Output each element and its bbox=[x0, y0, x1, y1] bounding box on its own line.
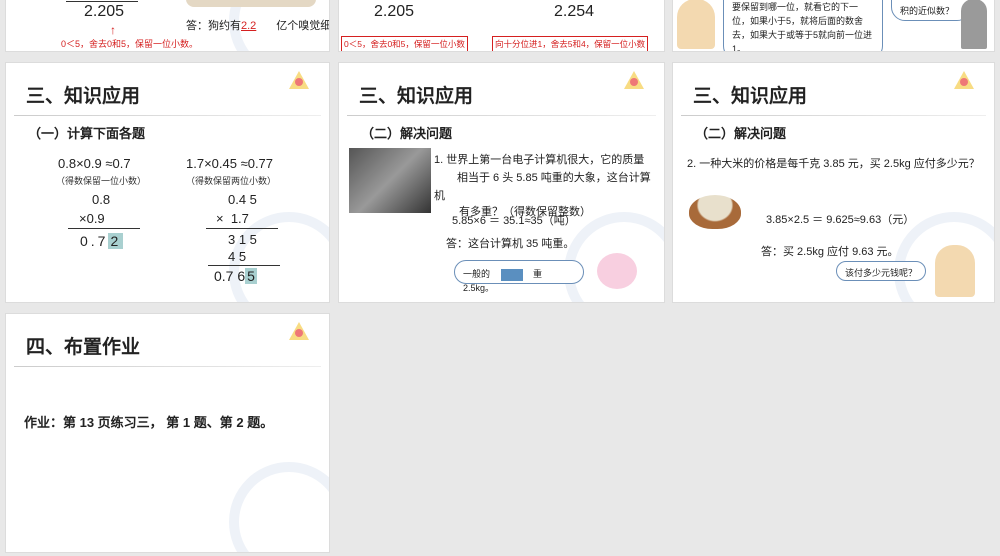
slide-thumbnail-1[interactable]: 2.205 ↑ 答：狗约有2.2 亿个嗅觉细 0＜5，舍去0和5，保留一位小数。 bbox=[5, 0, 330, 52]
calc-right: 2.254 bbox=[554, 3, 595, 20]
calc-left: 2.205 bbox=[374, 3, 415, 20]
slide-thumbnail-6[interactable]: 三、知识应用 （二）解决问题 2. 一种大米的价格是每千克 3.85 元，买 2… bbox=[672, 62, 995, 303]
arrow-up-icon: ↑ bbox=[110, 23, 116, 37]
slide-subtitle: （二）解决问题 bbox=[695, 126, 787, 141]
answer-text: 答：狗约有2.2 亿个嗅觉细 bbox=[186, 20, 330, 32]
laptop-icon bbox=[500, 268, 523, 281]
problem-2-result: 0.7 65 bbox=[214, 268, 257, 284]
speech-bubble: 该付多少元钱呢？ bbox=[836, 261, 926, 281]
calculation: 3.85×2.5 ＝ 9.625≈9.63（元） bbox=[766, 214, 915, 226]
logo-icon bbox=[287, 320, 311, 342]
slide-thumbnail-3[interactable]: 要保留到哪一位，就看它的下一位，如果小于5，就将后面的数舍去，如果大于或等于5就… bbox=[672, 0, 995, 52]
laptop-speech-bubble: 一般的 重 2.5kg。 bbox=[454, 260, 584, 293]
slide-title: 三、知识应用 bbox=[359, 86, 474, 107]
calculation: 5.85×6 ＝ 35.1≈35（吨） bbox=[452, 215, 576, 227]
slide-thumbnail-2[interactable]: 2.205 2.254 0＜5，舍去0和5，保留一位小数 向十分位进1，舍去5和… bbox=[338, 0, 665, 52]
problem-2-partial-2: 4 5 bbox=[228, 249, 247, 264]
problem-1-operand-b: ×0.9 bbox=[79, 211, 105, 226]
speech-bubble-right: 积的近似数？ bbox=[891, 0, 971, 21]
question-line-2: 相当于 6 头 5.85 吨重的大象，这台计算 bbox=[457, 172, 651, 184]
answer-text: 答：这台计算机 35 吨重。 bbox=[446, 238, 575, 250]
problem-2-hint: （得数保留两位小数） bbox=[186, 176, 277, 186]
slide-title: 四、布置作业 bbox=[26, 337, 141, 358]
slide-title: 三、知识应用 bbox=[693, 86, 808, 107]
note-left: 0＜5，舍去0和5，保留一位小数 bbox=[341, 36, 468, 51]
logo-icon bbox=[622, 69, 646, 91]
girl-illustration bbox=[677, 0, 715, 49]
problem-1-expression: 0.8×0.9 ≈0.7 bbox=[58, 156, 131, 171]
problem-1-operand-a: 0.8 bbox=[92, 192, 111, 207]
rounding-note: 0＜5，舍去0和5，保留一位小数。 bbox=[61, 39, 199, 49]
slide-thumbnail-5[interactable]: 三、知识应用 （二）解决问题 1. 世界上第一台电子计算机很大，它的质量 相当于… bbox=[338, 62, 665, 303]
computer-photo bbox=[349, 148, 431, 213]
slide-title: 三、知识应用 bbox=[26, 86, 141, 107]
note-right: 向十分位进1，舍去5和4，保留一位小数 bbox=[492, 36, 649, 51]
slide-subtitle: （二）解决问题 bbox=[361, 126, 453, 141]
watermark-icon bbox=[229, 462, 329, 552]
speech-bubble-left: 要保留到哪一位，就看它的下一位，如果小于5，就将后面的数舍去，如果大于或等于5就… bbox=[723, 0, 883, 51]
homework-text: 作业：第 13 页练习三， 第 1 题、第 2 题。 bbox=[24, 415, 274, 430]
girl-illustration bbox=[935, 245, 975, 297]
problem-1-hint: （得数保留一位小数） bbox=[56, 176, 147, 186]
slide-subtitle: （一）计算下面各题 bbox=[28, 126, 146, 141]
problem-2-partial-1: 3 1 5 bbox=[228, 232, 257, 247]
angel-illustration bbox=[597, 253, 637, 289]
problem-2-expression: 1.7×0.45 ≈0.77 bbox=[186, 156, 274, 171]
teacher-illustration bbox=[961, 0, 987, 49]
rice-bowl-image bbox=[689, 195, 741, 229]
slide-thumbnail-7[interactable]: 四、布置作业 作业：第 13 页练习三， 第 1 题、第 2 题。 bbox=[5, 313, 330, 553]
problem-2-operand-b: × 1.7 bbox=[216, 211, 249, 226]
problem-2-operand-a: 0.4 5 bbox=[228, 192, 257, 207]
slide-thumbnail-4[interactable]: 三、知识应用 （一）计算下面各题 0.8×0.9 ≈0.7 （得数保留一位小数）… bbox=[5, 62, 330, 303]
logo-icon bbox=[287, 69, 311, 91]
dog-image bbox=[186, 0, 316, 7]
question-text: 2. 一种大米的价格是每千克 3.85 元，买 2.5kg 应付多少元？ bbox=[687, 158, 980, 170]
calc-result: 2.205 bbox=[84, 3, 125, 20]
logo-icon bbox=[952, 69, 976, 91]
problem-1-result: 0.7 2 bbox=[80, 233, 124, 249]
question-line-3: 机 bbox=[434, 190, 445, 202]
answer-text: 答：买 2.5kg 应付 9.63 元。 bbox=[761, 246, 899, 258]
question-line-1: 1. 世界上第一台电子计算机很大，它的质量 bbox=[434, 154, 645, 166]
